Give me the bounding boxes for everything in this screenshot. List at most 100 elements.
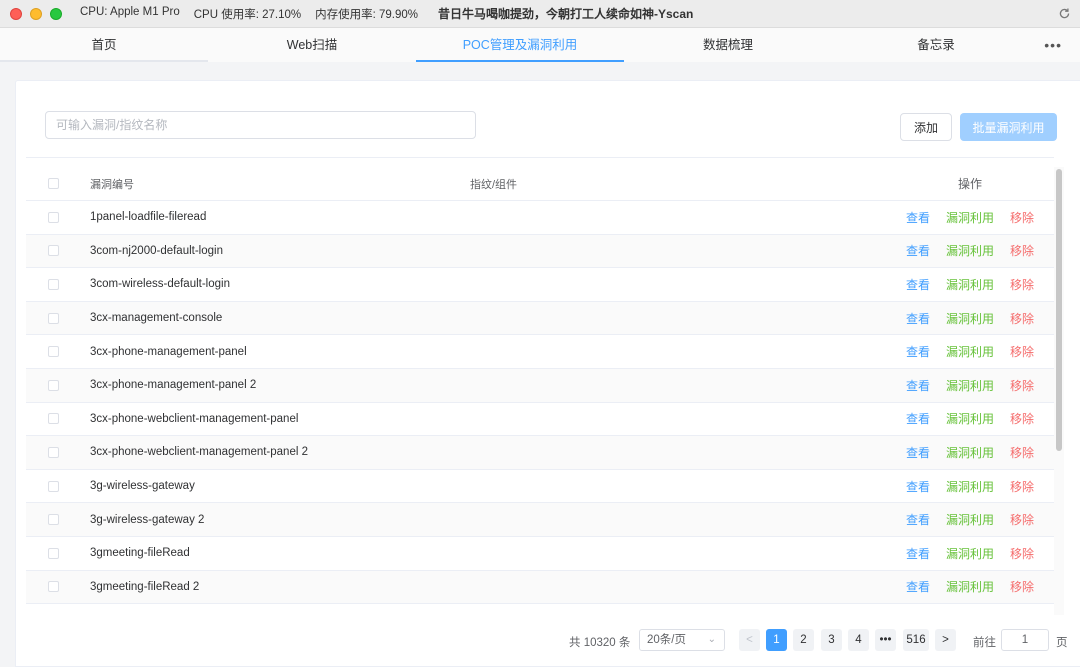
remove-button[interactable]: 移除 (1010, 276, 1034, 293)
table-row: 3g-wireless-gateway 2 查看 漏洞利用 移除 (26, 503, 1054, 537)
vuln-id: 1panel-loadfile-fileread (90, 211, 207, 224)
view-button[interactable]: 查看 (906, 209, 930, 226)
remove-button[interactable]: 移除 (1010, 242, 1034, 259)
page-size-value: 20条/页 (647, 634, 686, 646)
exploit-button[interactable]: 漏洞利用 (946, 511, 994, 528)
exploit-button[interactable]: 漏洞利用 (946, 377, 994, 394)
exploit-button[interactable]: 漏洞利用 (946, 444, 994, 461)
row-checkbox[interactable] (47, 547, 59, 559)
page-1-button[interactable]: 1 (766, 629, 787, 651)
page-2-button[interactable]: 2 (793, 629, 814, 651)
tab-home[interactable]: 首页 (0, 28, 208, 62)
view-button[interactable]: 查看 (906, 310, 930, 327)
goto-page-input[interactable] (1001, 629, 1049, 651)
tab-memo[interactable]: 备忘录 (832, 28, 1040, 62)
view-button[interactable]: 查看 (906, 276, 930, 293)
row-checkbox[interactable] (47, 446, 59, 458)
more-tabs-icon[interactable]: ••• (1044, 28, 1062, 62)
divider (26, 157, 1054, 158)
total-count: 共 10320 条 (569, 637, 631, 649)
search-input[interactable] (45, 111, 476, 139)
chevron-down-icon: ⌄ (707, 634, 716, 645)
remove-button[interactable]: 移除 (1010, 377, 1034, 394)
exploit-button[interactable]: 漏洞利用 (946, 478, 994, 495)
exploit-button[interactable]: 漏洞利用 (946, 410, 994, 427)
pagination: 共 10320 条 20条/页 ⌄ < 1 2 3 4 ••• 516 > 前往… (16, 629, 1080, 655)
page-last-button[interactable]: 516 (903, 629, 929, 651)
remove-button[interactable]: 移除 (1010, 343, 1034, 360)
remove-button[interactable]: 移除 (1010, 410, 1034, 427)
page-4-button[interactable]: 4 (848, 629, 869, 651)
row-checkbox[interactable] (47, 581, 59, 593)
remove-button[interactable]: 移除 (1010, 578, 1034, 595)
tab-web-scan[interactable]: Web扫描 (208, 28, 416, 62)
view-button[interactable]: 查看 (906, 478, 930, 495)
vuln-id: 3gmeeting-fileRead (90, 547, 190, 560)
table-row: 3cx-management-console 查看 漏洞利用 移除 (26, 301, 1054, 336)
vuln-id: 3g-wireless-gateway 2 (90, 513, 205, 526)
remove-button[interactable]: 移除 (1010, 444, 1034, 461)
page-size-select[interactable]: 20条/页 ⌄ (639, 629, 725, 651)
view-button[interactable]: 查看 (906, 511, 930, 528)
exploit-button[interactable]: 漏洞利用 (946, 242, 994, 259)
row-checkbox[interactable] (47, 211, 59, 223)
row-actions: 查看 漏洞利用 移除 (860, 209, 1054, 226)
scrollbar-thumb[interactable] (1056, 169, 1062, 451)
tab-data-sorting[interactable]: 数据梳理 (624, 28, 832, 62)
row-checkbox[interactable] (47, 379, 59, 391)
exploit-button[interactable]: 漏洞利用 (946, 578, 994, 595)
prev-page-button[interactable]: < (739, 629, 760, 651)
row-checkbox[interactable] (47, 346, 59, 358)
row-checkbox[interactable] (47, 278, 59, 290)
tab-poc-management[interactable]: POC管理及漏洞利用 (416, 28, 624, 62)
row-checkbox[interactable] (47, 413, 59, 425)
table-row: 3com-wireless-default-login 查看 漏洞利用 移除 (26, 268, 1054, 302)
row-checkbox[interactable] (47, 312, 59, 324)
exploit-button[interactable]: 漏洞利用 (946, 545, 994, 562)
view-button[interactable]: 查看 (906, 444, 930, 461)
poc-table: 漏洞编号 指纹/组件 操作 1panel-loadfile-fileread 查… (26, 167, 1054, 615)
table-row: 3cx-phone-management-panel 查看 漏洞利用 移除 (26, 335, 1054, 369)
view-button[interactable]: 查看 (906, 545, 930, 562)
view-button[interactable]: 查看 (906, 410, 930, 427)
vuln-id: 3com-wireless-default-login (90, 278, 230, 291)
exploit-button[interactable]: 漏洞利用 (946, 209, 994, 226)
system-info: CPU: Apple M1 Pro CPU 使用率: 27.10% 内存使用率:… (80, 6, 418, 22)
row-checkbox[interactable] (47, 480, 59, 492)
view-button[interactable]: 查看 (906, 578, 930, 595)
view-button[interactable]: 查看 (906, 242, 930, 259)
minimize-window-button[interactable] (30, 7, 42, 20)
page-3-button[interactable]: 3 (821, 629, 842, 651)
row-actions: 查看 漏洞利用 移除 (860, 578, 1054, 595)
main-tabs: 首页 Web扫描 POC管理及漏洞利用 数据梳理 备忘录 (0, 28, 1080, 62)
view-button[interactable]: 查看 (906, 377, 930, 394)
row-actions: 查看 漏洞利用 移除 (860, 444, 1054, 461)
more-pages-icon[interactable]: ••• (875, 629, 896, 651)
remove-button[interactable]: 移除 (1010, 511, 1034, 528)
row-actions: 查看 漏洞利用 移除 (860, 276, 1054, 293)
add-button[interactable]: 添加 (900, 113, 952, 141)
remove-button[interactable]: 移除 (1010, 478, 1034, 495)
vuln-id: 3cx-phone-webclient-management-panel 2 (90, 446, 308, 459)
exploit-button[interactable]: 漏洞利用 (946, 310, 994, 327)
exploit-button[interactable]: 漏洞利用 (946, 343, 994, 360)
exploit-button[interactable]: 漏洞利用 (946, 276, 994, 293)
row-checkbox[interactable] (47, 514, 59, 526)
maximize-window-button[interactable] (50, 7, 62, 20)
table-scrollbar[interactable] (1054, 167, 1064, 615)
vuln-id: 3cx-management-console (90, 312, 223, 325)
refresh-icon[interactable] (1056, 5, 1072, 21)
table-row: 3cx-phone-management-panel 2 查看 漏洞利用 移除 (26, 368, 1054, 403)
remove-button[interactable]: 移除 (1010, 545, 1034, 562)
remove-button[interactable]: 移除 (1010, 310, 1034, 327)
row-checkbox[interactable] (47, 245, 59, 257)
view-button[interactable]: 查看 (906, 343, 930, 360)
batch-exploit-button[interactable]: 批量漏洞利用 (960, 113, 1057, 141)
next-page-button[interactable]: > (935, 629, 956, 651)
close-window-button[interactable] (10, 7, 22, 20)
row-actions: 查看 漏洞利用 移除 (860, 511, 1054, 528)
remove-button[interactable]: 移除 (1010, 209, 1034, 226)
select-all-checkbox[interactable] (47, 178, 59, 189)
vuln-id: 3cx-phone-management-panel (90, 345, 247, 358)
app-title: 昔日牛马喝咖提劲，今朝打工人续命如神-Yscan (438, 7, 694, 21)
